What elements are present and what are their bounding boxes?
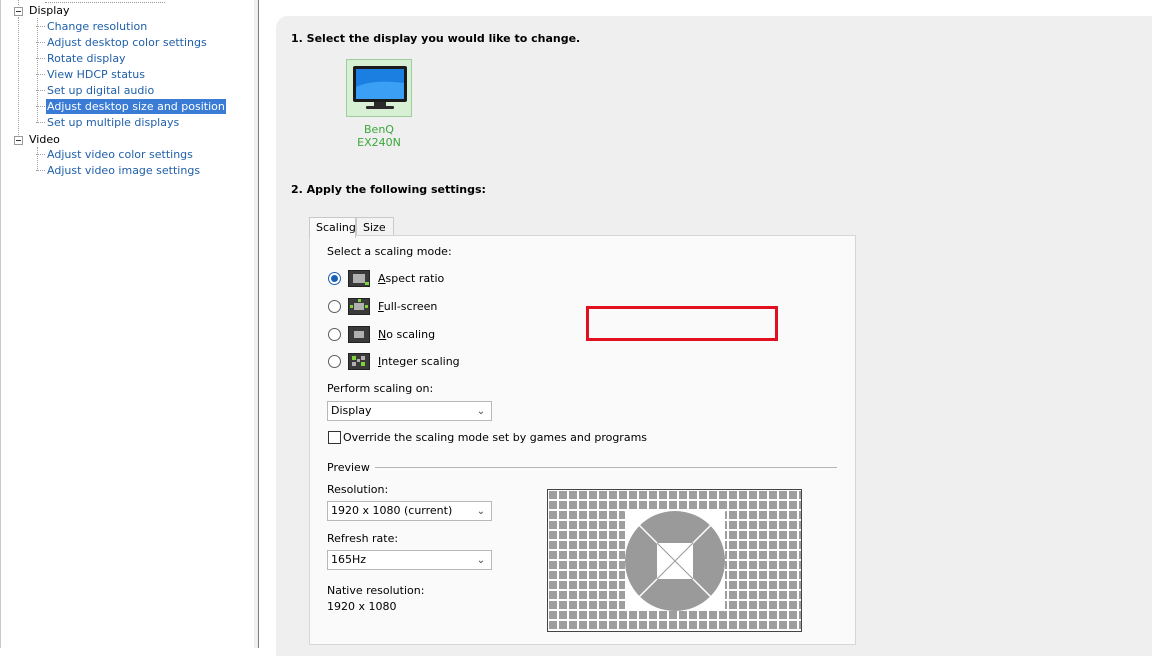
- tree-group-display[interactable]: Display: [29, 4, 70, 17]
- tree-connector: [18, 17, 19, 137]
- perform-scaling-dropdown[interactable]: Display ⌄: [327, 401, 492, 421]
- display-name-label[interactable]: BenQ EX240N: [346, 123, 412, 149]
- display-selector[interactable]: [346, 59, 412, 117]
- chevron-down-icon: ⌄: [476, 406, 486, 417]
- radio-aspect-ratio[interactable]: [328, 272, 341, 285]
- tree-item-video-image[interactable]: Adjust video image settings: [35, 163, 201, 178]
- no-scaling-icon: [348, 326, 370, 343]
- tree-item-digital-audio[interactable]: Set up digital audio: [35, 83, 155, 98]
- tab-size[interactable]: Size: [356, 217, 394, 237]
- refresh-rate-value: 165Hz: [331, 553, 367, 566]
- override-checkbox[interactable]: [328, 431, 341, 444]
- radio-full-screen[interactable]: [328, 300, 341, 313]
- integer-scaling-label[interactable]: Integer scaling: [378, 355, 460, 368]
- tree-connector: [37, 147, 38, 171]
- radio-no-scaling[interactable]: [328, 328, 341, 341]
- step2-title: 2. Apply the following settings:: [291, 183, 486, 196]
- scaling-preview-image: [547, 489, 802, 632]
- full-screen-label[interactable]: Full-screen: [378, 300, 437, 313]
- aspect-ratio-label[interactable]: Aspect ratio: [378, 272, 444, 285]
- resolution-dropdown[interactable]: 1920 x 1080 (current) ⌄: [327, 501, 492, 521]
- tree-connector: [37, 18, 38, 123]
- tree-item-multiple-displays[interactable]: Set up multiple displays: [35, 115, 180, 130]
- chevron-down-icon: ⌄: [476, 555, 486, 566]
- tab-scaling[interactable]: Scaling: [309, 217, 356, 238]
- tree-group-video[interactable]: Video: [29, 133, 60, 146]
- no-scaling-label[interactable]: No scaling: [378, 328, 435, 341]
- scaling-tab-panel: Select a scaling mode: Aspect ratio Full…: [309, 235, 856, 645]
- monitor-icon: [353, 66, 407, 109]
- tree-item-adjust-desktop-color[interactable]: Adjust desktop color settings: [36, 35, 208, 50]
- resolution-label: Resolution:: [327, 483, 389, 496]
- refresh-rate-dropdown[interactable]: 165Hz ⌄: [327, 550, 492, 570]
- aspect-ratio-icon: [348, 270, 370, 287]
- perform-scaling-value: Display: [331, 404, 372, 417]
- override-label[interactable]: Override the scaling mode set by games a…: [343, 431, 647, 444]
- navigation-tree: Display Change resolution Adjust desktop…: [0, 0, 255, 648]
- resolution-value: 1920 x 1080 (current): [331, 504, 453, 517]
- tree-item-rotate-display[interactable]: Rotate display: [36, 51, 127, 66]
- collapse-video-icon[interactable]: [14, 136, 23, 145]
- settings-page: 1. Select the display you would like to …: [276, 16, 1152, 656]
- perform-scaling-label: Perform scaling on:: [327, 382, 434, 395]
- panel-splitter[interactable]: [254, 0, 259, 648]
- tree-connector: [18, 0, 19, 5]
- radio-integer-scaling[interactable]: [328, 355, 341, 368]
- preview-divider: [375, 467, 837, 468]
- preview-label: Preview: [327, 461, 370, 474]
- integer-scaling-icon: [348, 353, 370, 370]
- full-screen-highlight-box: [586, 306, 778, 341]
- tree-item-partial: [45, 0, 165, 3]
- collapse-display-icon[interactable]: [14, 7, 23, 16]
- native-resolution-value: 1920 x 1080: [327, 600, 397, 613]
- native-resolution-label: Native resolution:: [327, 584, 425, 597]
- chevron-down-icon: ⌄: [476, 506, 486, 517]
- full-screen-icon: [348, 298, 370, 315]
- tree-item-view-hdcp[interactable]: View HDCP status: [36, 67, 146, 82]
- preview-test-pattern: [548, 490, 801, 631]
- refresh-rate-label: Refresh rate:: [327, 532, 399, 545]
- step1-title: 1. Select the display you would like to …: [291, 32, 581, 45]
- tree-item-video-color[interactable]: Adjust video color settings: [36, 147, 194, 162]
- tree-item-change-resolution[interactable]: Change resolution: [35, 19, 148, 34]
- scaling-mode-label: Select a scaling mode:: [327, 245, 452, 258]
- tree-item-desktop-size-position[interactable]: Adjust desktop size and position: [36, 99, 226, 114]
